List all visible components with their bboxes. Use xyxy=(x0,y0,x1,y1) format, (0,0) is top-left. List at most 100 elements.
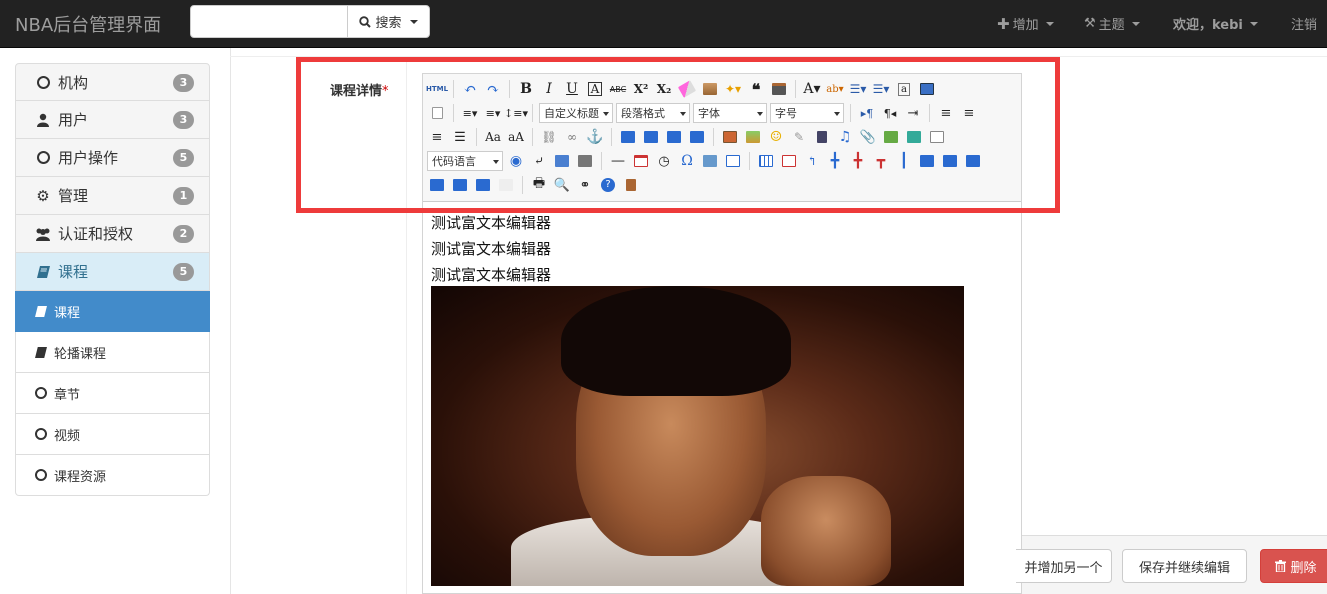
code-language-select[interactable]: 代码语言 xyxy=(427,151,503,171)
user-menu[interactable]: 欢迎，kebi xyxy=(1173,14,1258,33)
superscript-icon[interactable]: X² xyxy=(631,79,651,99)
align-right-icon[interactable]: ≡ xyxy=(427,127,447,147)
search-button[interactable]: 搜索 xyxy=(347,5,430,38)
image-none-icon[interactable] xyxy=(618,127,638,147)
sidebar-subitem-carousel-course[interactable]: 轮播课程 xyxy=(15,332,210,373)
sidebar-subitem-chapter[interactable]: 章节 xyxy=(15,373,210,414)
search-replace-icon[interactable]: ⚭ xyxy=(575,175,595,195)
insert-image-icon[interactable] xyxy=(743,127,763,147)
merge-down-icon[interactable] xyxy=(963,151,983,171)
merge-right-icon[interactable] xyxy=(940,151,960,171)
help-icon[interactable]: ? xyxy=(598,175,618,195)
rtl-direction-icon[interactable]: ¶◂ xyxy=(880,103,900,123)
delete-row-icon[interactable]: ╋ xyxy=(848,151,868,171)
delete-button[interactable]: 删除 xyxy=(1260,549,1327,583)
date-icon[interactable] xyxy=(631,151,651,171)
custom-title-select[interactable]: 自定义标题 xyxy=(539,103,613,123)
redo-icon[interactable]: ↷ xyxy=(483,79,503,99)
google-map-icon[interactable] xyxy=(904,127,924,147)
uppercase-icon[interactable]: Aa xyxy=(483,127,503,147)
save-continue-button[interactable]: 保存并继续编辑 xyxy=(1122,549,1247,583)
unlink-icon[interactable]: ∞ xyxy=(562,127,582,147)
format-brush-icon[interactable] xyxy=(700,79,720,99)
split-to-cols-icon[interactable] xyxy=(473,175,493,195)
music-icon[interactable]: ♫ xyxy=(835,127,855,147)
horizontal-rule-icon[interactable]: — xyxy=(608,151,628,171)
paragraph-select[interactable]: 段落格式 xyxy=(616,103,690,123)
scrawl-icon[interactable]: ✎ xyxy=(789,127,809,147)
simple-upload-icon[interactable] xyxy=(720,127,740,147)
add-menu[interactable]: ✚ 增加 xyxy=(997,14,1054,33)
font-color-icon[interactable]: A▾ xyxy=(802,79,822,99)
italic-icon[interactable]: I xyxy=(539,79,559,99)
unordered-list-icon[interactable]: ☰▾ xyxy=(871,79,891,99)
sidebar-subitem-course[interactable]: 课程 xyxy=(15,291,210,332)
ltr-direction-icon[interactable]: ▸¶ xyxy=(857,103,877,123)
font-border-icon[interactable]: A xyxy=(585,79,605,99)
editor-content[interactable]: 测试富文本编辑器 测试富文本编辑器 测试富文本编辑器 xyxy=(431,210,551,288)
insert-para-before-table-icon[interactable]: ↰ xyxy=(802,151,822,171)
select-all-icon[interactable]: a xyxy=(894,79,914,99)
attachment-icon[interactable]: 📎 xyxy=(858,127,878,147)
brand-title[interactable]: NBA后台管理界面 xyxy=(15,11,161,37)
align-left-icon[interactable]: ≡ xyxy=(936,103,956,123)
background-icon[interactable] xyxy=(552,151,572,171)
sidebar-subitem-course-resource[interactable]: 课程资源 xyxy=(15,455,210,496)
logout-link[interactable]: 注销 xyxy=(1291,14,1317,33)
chart-icon[interactable] xyxy=(496,175,516,195)
line-height-icon[interactable]: ↕≡▾ xyxy=(504,103,528,123)
print-icon[interactable]: 🖶 xyxy=(529,175,549,195)
delete-table-icon[interactable] xyxy=(779,151,799,171)
split-to-rows-icon[interactable] xyxy=(450,175,470,195)
spellcheck-icon[interactable] xyxy=(723,151,743,171)
search-input[interactable] xyxy=(190,5,348,38)
map-icon[interactable] xyxy=(881,127,901,147)
wordimage-icon[interactable] xyxy=(700,151,720,171)
web-page-icon[interactable]: ◉ xyxy=(506,151,526,171)
auto-typeset-icon[interactable]: ✦▾ xyxy=(723,79,743,99)
theme-menu[interactable]: ⚒ 主题 xyxy=(1084,14,1140,33)
embedded-photo[interactable] xyxy=(431,286,964,586)
blockquote-icon[interactable]: ❝ xyxy=(746,79,766,99)
fullscreen-icon[interactable] xyxy=(917,79,937,99)
link-icon[interactable]: ⛓ xyxy=(539,127,559,147)
sidebar-item-auth[interactable]: 认证和授权 2 xyxy=(15,215,210,253)
row-spacing-bottom-icon[interactable]: ≡▾ xyxy=(483,103,503,123)
subscript-icon[interactable]: X₂ xyxy=(654,79,674,99)
split-to-cells-icon[interactable] xyxy=(427,175,447,195)
strikethrough-icon[interactable]: ABC xyxy=(608,79,628,99)
template-icon[interactable] xyxy=(575,151,595,171)
sidebar-item-user-ops[interactable]: 用户操作 5 xyxy=(15,139,210,177)
emotion-icon[interactable]: ☺ xyxy=(766,127,786,147)
anchor-icon[interactable]: ⚓ xyxy=(585,127,605,147)
image-left-icon[interactable] xyxy=(641,127,661,147)
eraser-icon[interactable] xyxy=(677,79,697,99)
delete-col-icon[interactable]: ┃ xyxy=(894,151,914,171)
html-source-icon[interactable]: HTML xyxy=(426,79,448,99)
clear-doc-icon[interactable] xyxy=(427,103,447,123)
bold-icon[interactable]: B xyxy=(516,79,536,99)
time-icon[interactable]: ◷ xyxy=(654,151,674,171)
align-justify-icon[interactable]: ☰ xyxy=(450,127,470,147)
row-spacing-top-icon[interactable]: ≡▾ xyxy=(460,103,480,123)
insert-col-icon[interactable]: ┳ xyxy=(871,151,891,171)
merge-cells-icon[interactable] xyxy=(917,151,937,171)
image-right-icon[interactable] xyxy=(664,127,684,147)
insert-video-icon[interactable] xyxy=(812,127,832,147)
font-family-select[interactable]: 字体 xyxy=(693,103,767,123)
insert-frame-icon[interactable] xyxy=(927,127,947,147)
drafts-icon[interactable] xyxy=(621,175,641,195)
undo-icon[interactable]: ↶ xyxy=(460,79,480,99)
lowercase-icon[interactable]: aA xyxy=(506,127,526,147)
background-color-icon[interactable]: ab▾ xyxy=(825,79,845,99)
insert-table-icon[interactable] xyxy=(756,151,776,171)
sidebar-item-course[interactable]: 课程 5 xyxy=(15,253,210,291)
paste-plain-icon[interactable] xyxy=(769,79,789,99)
align-center-icon[interactable]: ≡ xyxy=(959,103,979,123)
indent-icon[interactable]: ⇥ xyxy=(903,103,923,123)
image-center-icon[interactable] xyxy=(687,127,707,147)
special-char-icon[interactable]: Ω xyxy=(677,151,697,171)
sidebar-item-users[interactable]: 用户 3 xyxy=(15,101,210,139)
font-size-select[interactable]: 字号 xyxy=(770,103,844,123)
underline-icon[interactable]: U xyxy=(562,79,582,99)
